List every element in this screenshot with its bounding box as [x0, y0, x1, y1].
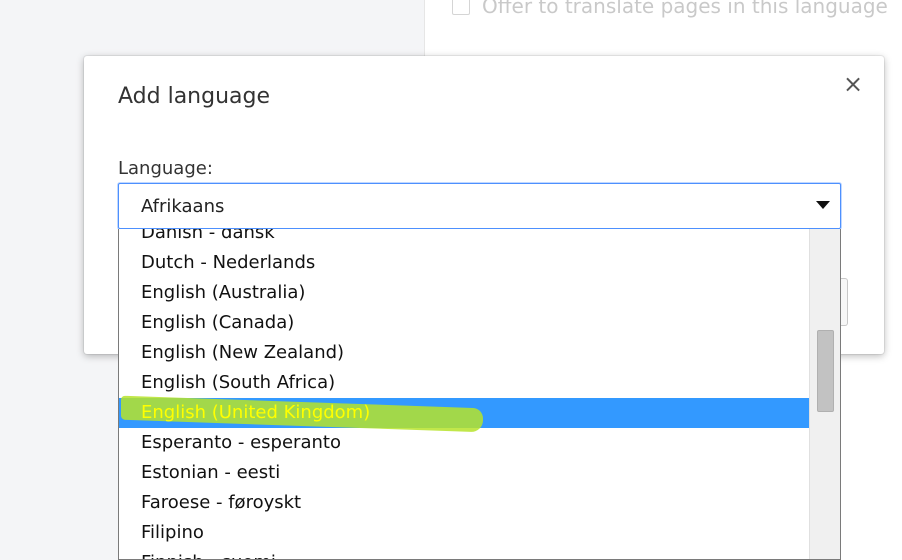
language-dropdown-list[interactable]: Danish - dansk Dutch - Nederlands Englis… — [118, 229, 841, 560]
language-option[interactable]: Esperanto - esperanto — [119, 428, 811, 458]
language-options: Danish - dansk Dutch - Nederlands Englis… — [119, 229, 811, 559]
language-option[interactable]: Estonian - eesti — [119, 458, 811, 488]
background-checkbox-label: Offer to translate pages in this languag… — [482, 0, 888, 18]
language-select[interactable]: Afrikaans — [118, 183, 841, 229]
chevron-down-icon — [816, 201, 830, 209]
language-option[interactable]: Dutch - Nederlands — [119, 248, 811, 278]
dropdown-scrollbar[interactable] — [809, 229, 840, 559]
language-option[interactable]: Faroese - føroyskt — [119, 488, 811, 518]
scrollbar-thumb[interactable] — [817, 330, 834, 412]
language-select-value: Afrikaans — [141, 196, 225, 217]
language-option[interactable]: Danish - dansk — [119, 229, 811, 248]
language-option[interactable]: English (Canada) — [119, 308, 811, 338]
background-checkbox — [452, 0, 470, 15]
language-option[interactable]: Filipino — [119, 518, 811, 548]
language-option-selected[interactable]: English (United Kingdom) — [119, 395, 811, 433]
close-icon[interactable]: × — [842, 72, 864, 96]
language-option[interactable]: Finnish - suomi — [119, 548, 811, 559]
language-option[interactable]: English (New Zealand) — [119, 338, 811, 368]
background-translate-option: Offer to translate pages in this languag… — [452, 0, 888, 18]
language-label: Language: — [118, 158, 213, 179]
language-option[interactable]: English (Australia) — [119, 278, 811, 308]
dialog-title: Add language — [118, 84, 271, 109]
language-option[interactable]: English (South Africa) — [119, 368, 811, 398]
